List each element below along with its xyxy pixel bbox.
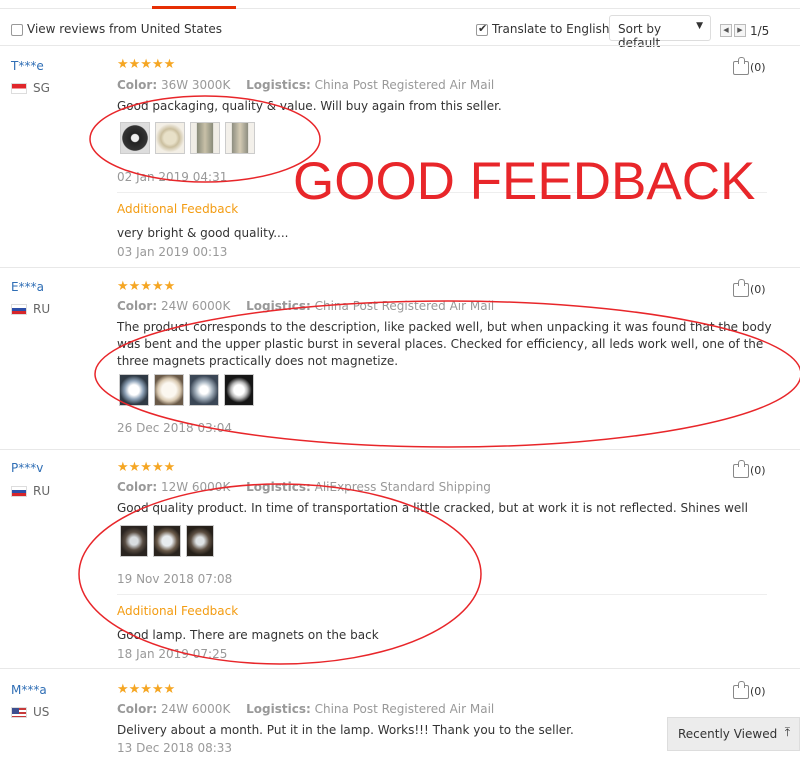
- reviewer-country: SG: [11, 81, 50, 95]
- next-page-button[interactable]: ▶: [734, 24, 746, 37]
- review-toolbar: View reviews from United States Translat…: [0, 14, 800, 50]
- review-photo[interactable]: [189, 374, 219, 406]
- review-photo[interactable]: [120, 525, 148, 557]
- helpful-button[interactable]: (0): [733, 460, 766, 478]
- reviewer-name[interactable]: P***v: [11, 461, 43, 475]
- review-photo[interactable]: [225, 122, 255, 154]
- review-date: 02 Jan 2019 04:31: [117, 170, 228, 184]
- sg-flag-icon: [11, 83, 27, 94]
- helpful-button[interactable]: (0): [733, 57, 766, 75]
- additional-feedback-text: very bright & good quality....: [117, 226, 289, 240]
- ru-flag-icon: [11, 304, 27, 315]
- review-photo[interactable]: [190, 122, 220, 154]
- review-item: E***a RU ★★★★★ Color: 24W 6000K Logistic…: [0, 267, 800, 449]
- sort-dropdown[interactable]: Sort by default ▼: [609, 15, 711, 50]
- top-tab-strip: [0, 0, 800, 9]
- prev-page-button[interactable]: ◀: [720, 24, 732, 37]
- additional-feedback-label: Additional Feedback: [117, 604, 239, 618]
- review-meta: Color: 12W 6000K Logistics: AliExpress S…: [117, 480, 491, 494]
- us-flag-icon: [11, 707, 27, 718]
- review-meta: Color: 24W 6000K Logistics: China Post R…: [117, 299, 495, 313]
- star-rating: ★★★★★: [117, 460, 176, 475]
- translate-label: Translate to English: [492, 22, 610, 36]
- chevron-down-icon: ▼: [696, 21, 703, 31]
- active-tab-indicator[interactable]: [152, 0, 236, 9]
- reviewer-name[interactable]: E***a: [11, 280, 44, 294]
- helpful-button[interactable]: (0): [733, 681, 766, 699]
- annotation-headline: GOOD FEEDBACK: [293, 152, 756, 211]
- helpful-button[interactable]: (0): [733, 279, 766, 297]
- thumbs-up-icon: [733, 57, 749, 75]
- review-text: Good quality product. In time of transpo…: [117, 501, 748, 515]
- review-photo[interactable]: [120, 122, 150, 154]
- review-photo[interactable]: [154, 374, 184, 406]
- thumbs-up-icon: [733, 681, 749, 699]
- review-date: 13 Dec 2018 08:33: [117, 741, 233, 755]
- thumbs-up-icon: [733, 279, 749, 297]
- page-indicator: 1/5: [750, 23, 770, 38]
- view-reviews-label: View reviews from United States: [27, 22, 223, 36]
- translate-toggle[interactable]: Translate to English: [476, 22, 610, 36]
- recently-viewed-button[interactable]: Recently Viewed ⤒: [667, 717, 800, 751]
- review-photos: [119, 374, 259, 406]
- review-text: The product corresponds to the descripti…: [117, 320, 772, 368]
- view-reviews-filter[interactable]: View reviews from United States: [11, 22, 222, 36]
- view-reviews-checkbox[interactable]: [11, 23, 23, 36]
- additional-feedback-text: Good lamp. There are magnets on the back: [117, 628, 379, 642]
- reviewer-country: RU: [11, 484, 50, 498]
- review-photos: [120, 122, 260, 154]
- review-meta: Color: 24W 6000K Logistics: China Post R…: [117, 702, 495, 716]
- pagination: ◀ ▶ 1/5: [720, 23, 769, 38]
- star-rating: ★★★★★: [117, 279, 176, 294]
- review-photo[interactable]: [224, 374, 254, 406]
- review-photo[interactable]: [155, 122, 185, 154]
- star-rating: ★★★★★: [117, 682, 176, 697]
- ru-flag-icon: [11, 486, 27, 497]
- review-item: P***v RU ★★★★★ Color: 12W 6000K Logistic…: [0, 449, 800, 668]
- review-meta: Color: 36W 3000K Logistics: China Post R…: [117, 78, 495, 92]
- review-photo[interactable]: [119, 374, 149, 406]
- reviewer-name[interactable]: M***a: [11, 683, 47, 697]
- review-photo[interactable]: [186, 525, 214, 557]
- review-text: Good packaging, quality & value. Will bu…: [117, 99, 502, 113]
- reviewer-country: RU: [11, 302, 50, 316]
- reviewer-country: US: [11, 705, 49, 719]
- chevron-up-circle-icon: ⤒: [784, 725, 790, 739]
- star-rating: ★★★★★: [117, 57, 176, 72]
- review-date: 26 Dec 2018 03:04: [117, 421, 233, 435]
- review-photo[interactable]: [153, 525, 181, 557]
- thumbs-up-icon: [733, 460, 749, 478]
- review-date: 19 Nov 2018 07:08: [117, 572, 233, 586]
- reviewer-name[interactable]: T***e: [11, 59, 44, 73]
- divider: [117, 594, 767, 595]
- translate-checkbox[interactable]: [476, 22, 488, 36]
- review-photos: [120, 525, 219, 557]
- additional-feedback-date: 03 Jan 2019 00:13: [117, 245, 228, 259]
- additional-feedback-date: 18 Jan 2019 07:25: [117, 647, 228, 661]
- recently-viewed-label: Recently Viewed: [678, 727, 778, 741]
- additional-feedback-label: Additional Feedback: [117, 202, 239, 216]
